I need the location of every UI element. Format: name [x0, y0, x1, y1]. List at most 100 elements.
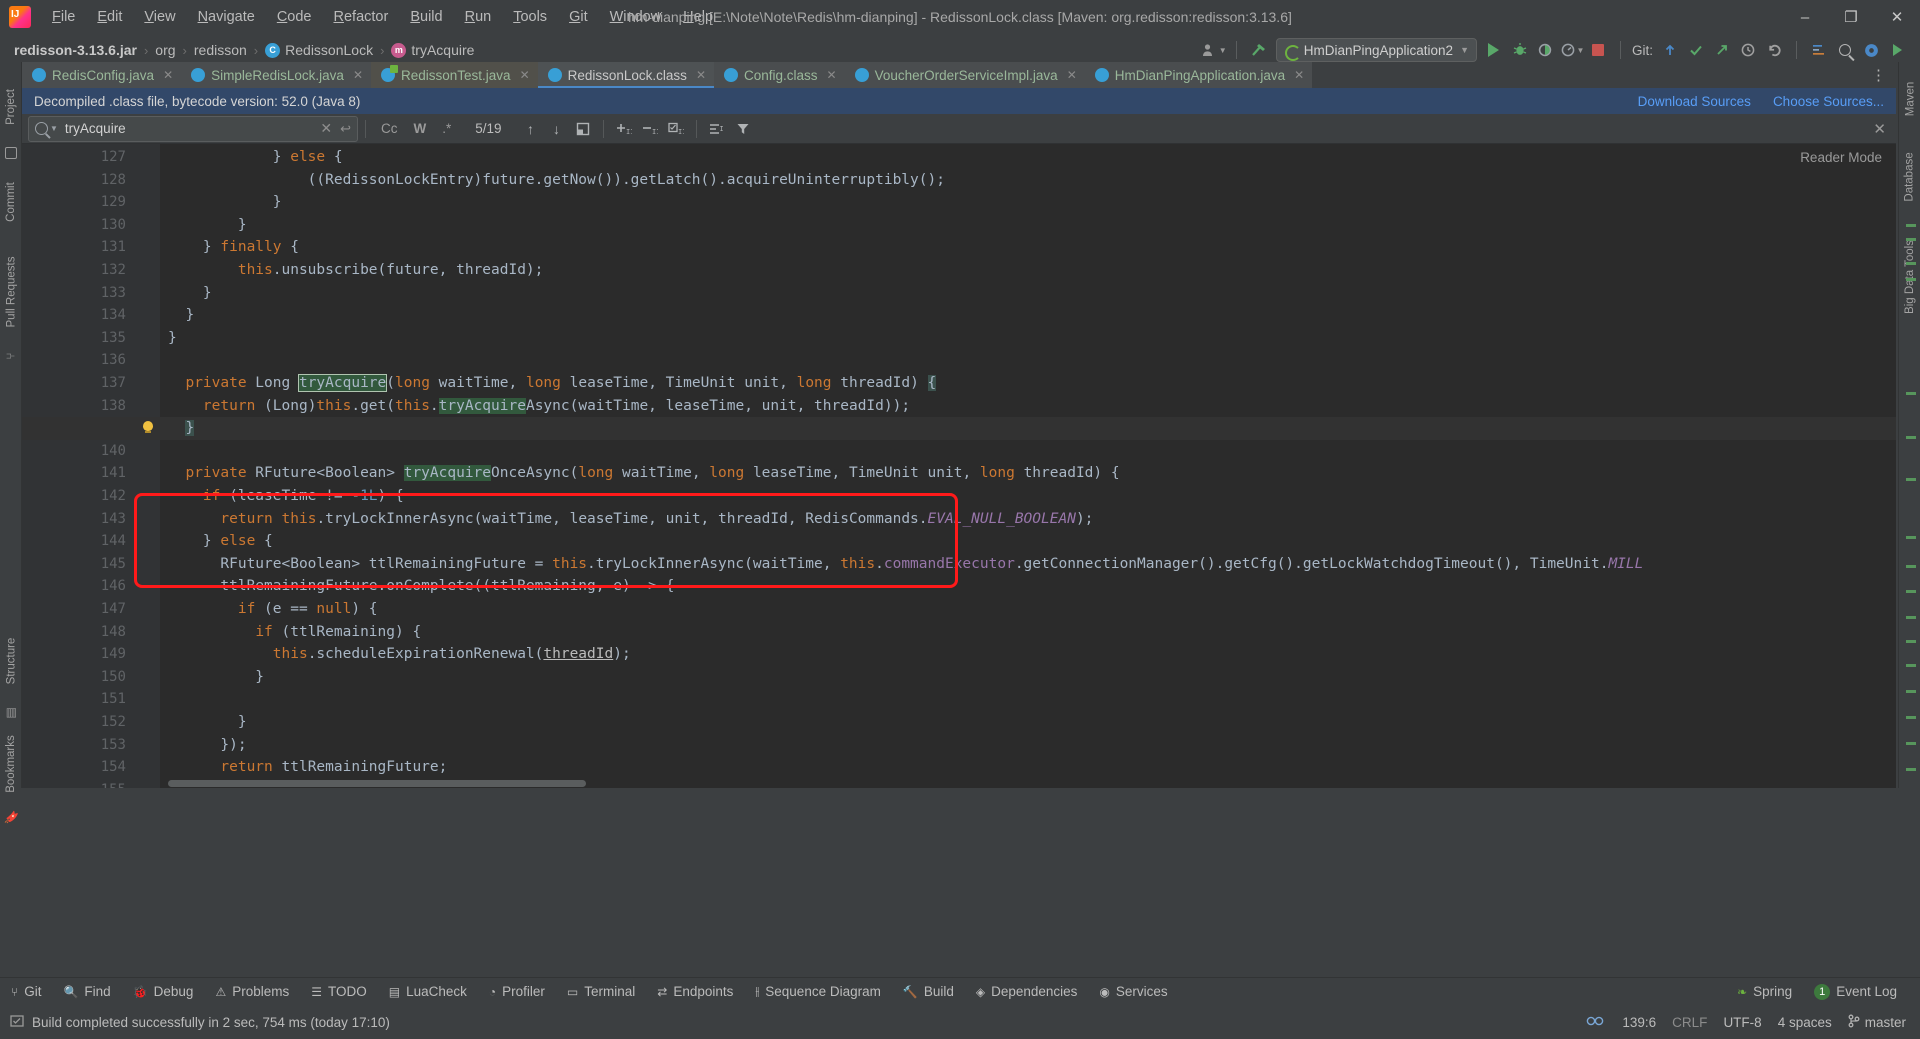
- menu-item-tools[interactable]: Tools: [502, 6, 558, 28]
- sidebar-item-pull-requests[interactable]: Pull Requests: [0, 242, 22, 342]
- undo-icon[interactable]: [1761, 38, 1787, 62]
- indent-setting[interactable]: 4 spaces: [1778, 1015, 1832, 1030]
- filter-icon[interactable]: [730, 117, 756, 141]
- sidebar-item-database[interactable]: Database: [1899, 138, 1920, 216]
- settings-icon[interactable]: [1858, 38, 1884, 62]
- sidebar-item-project[interactable]: Project: [0, 72, 22, 142]
- hammer-icon[interactable]: [1246, 38, 1272, 62]
- menu-item-code[interactable]: Code: [266, 6, 323, 28]
- find-previous-icon[interactable]: ↑: [518, 117, 544, 141]
- profiler-icon[interactable]: ▼: [1559, 38, 1585, 62]
- debug-icon[interactable]: [1507, 38, 1533, 62]
- tab-redissonlock-class[interactable]: RedissonLock.class ✕: [537, 62, 715, 88]
- tab-close-icon[interactable]: ✕: [353, 68, 363, 82]
- download-sources-link[interactable]: Download Sources: [1638, 94, 1751, 109]
- intention-bulb-icon[interactable]: [141, 421, 155, 435]
- tab-close-icon[interactable]: ✕: [520, 68, 530, 82]
- menu-item-edit[interactable]: Edit: [86, 6, 133, 28]
- run-with-coverage-icon[interactable]: [1533, 38, 1559, 62]
- commit-icon[interactable]: [1683, 38, 1709, 62]
- tool-window-build[interactable]: 🔨 Build: [892, 978, 965, 1006]
- chevron-down-icon[interactable]: ▼: [50, 124, 58, 133]
- select-occurrences-icon[interactable]: II: [663, 117, 689, 141]
- search-input[interactable]: ▼ tryAcquire ✕ ↩: [28, 115, 358, 142]
- tool-window-spring[interactable]: ❧ Spring: [1726, 978, 1803, 1006]
- tool-window-problems[interactable]: ⚠ Problems: [204, 978, 300, 1006]
- tool-window-endpoints[interactable]: ⇄ Endpoints: [646, 978, 744, 1006]
- tool-window-event-log[interactable]: 1 Event Log: [1803, 978, 1908, 1006]
- menu-item-git[interactable]: Git: [558, 6, 599, 28]
- tab-close-icon[interactable]: ✕: [1294, 68, 1304, 82]
- push-icon[interactable]: [1709, 38, 1735, 62]
- update-project-icon[interactable]: [1657, 38, 1683, 62]
- tool-window-debug[interactable]: 🐞 Debug: [122, 978, 205, 1006]
- clear-search-icon[interactable]: ✕: [320, 120, 332, 137]
- tool-window-profiler[interactable]: ◔ Profiler: [478, 978, 556, 1006]
- tool-window-sequence-diagram[interactable]: ⫲ Sequence Diagram: [744, 978, 891, 1006]
- caret-position[interactable]: 139:6: [1622, 1015, 1656, 1030]
- breadcrumb-item-tryacquire[interactable]: m tryAcquire: [391, 42, 474, 58]
- code-editor[interactable]: 1271281291301311321331341351361371381391…: [22, 144, 1896, 788]
- tab-close-icon[interactable]: ✕: [827, 68, 837, 82]
- sidebar-item-commit[interactable]: Commit: [0, 170, 22, 234]
- add-occurrence-icon[interactable]: II: [611, 117, 637, 141]
- sidebar-item-structure[interactable]: Structure: [0, 622, 22, 700]
- tab-voucherorderserviceimpl-java[interactable]: VoucherOrderServiceImpl.java ✕: [844, 62, 1085, 88]
- minimize-button[interactable]: –: [1782, 0, 1828, 34]
- code-content[interactable]: } else { ((RedissonLockEntry)future.getN…: [22, 144, 1896, 788]
- run-configuration-selector[interactable]: HmDianPingApplication2 ▼: [1275, 38, 1477, 62]
- match-case-toggle[interactable]: Cc: [375, 119, 404, 138]
- stop-icon[interactable]: [1585, 38, 1611, 62]
- tool-window-todo[interactable]: ☰ TODO: [300, 978, 378, 1006]
- maximize-button[interactable]: ❐: [1828, 0, 1874, 34]
- scrollbar-thumb[interactable]: [168, 780, 586, 787]
- tab-config-class[interactable]: Config.class ✕: [714, 62, 845, 88]
- find-next-icon[interactable]: ↓: [544, 117, 570, 141]
- tab-close-icon[interactable]: ✕: [696, 68, 706, 82]
- sidebar-item-maven[interactable]: Maven: [1899, 70, 1920, 128]
- regex-toggle[interactable]: .*: [436, 119, 457, 138]
- menu-item-run[interactable]: Run: [454, 6, 503, 28]
- tab-close-icon[interactable]: ✕: [1067, 68, 1077, 82]
- run-icon[interactable]: [1481, 38, 1507, 62]
- menu-item-file[interactable]: File: [41, 6, 86, 28]
- search-history-icon[interactable]: ↩: [340, 121, 351, 137]
- tab-redisconfig-java[interactable]: RedisConfig.java ✕: [22, 62, 182, 88]
- in-selection-icon[interactable]: I: [704, 117, 730, 141]
- menu-item-navigate[interactable]: Navigate: [187, 6, 266, 28]
- breadcrumb-item-redisson-3-13-6-jar[interactable]: redisson-3.13.6.jar: [14, 42, 137, 58]
- user-icon[interactable]: ▼: [1201, 38, 1227, 62]
- tab-hmdianpingapplication-java[interactable]: HmDianPingApplication.java ✕: [1084, 62, 1313, 88]
- close-button[interactable]: ✕: [1874, 0, 1920, 34]
- menu-item-refactor[interactable]: Refactor: [323, 6, 400, 28]
- tool-window-terminal[interactable]: ▭ Terminal: [556, 978, 646, 1006]
- search-everywhere-icon[interactable]: [1832, 38, 1858, 62]
- tab-redissontest-java[interactable]: RedissonTest.java ✕: [371, 62, 538, 88]
- close-find-icon[interactable]: ✕: [1873, 120, 1886, 138]
- choose-sources-link[interactable]: Choose Sources...: [1773, 94, 1884, 109]
- menu-item-window[interactable]: Window: [599, 6, 673, 28]
- more-options-icon[interactable]: ⋮: [1861, 62, 1896, 88]
- menu-item-build[interactable]: Build: [399, 6, 453, 28]
- breadcrumb-item-redisson[interactable]: redisson: [194, 42, 247, 58]
- menu-item-view[interactable]: View: [133, 6, 186, 28]
- line-separator[interactable]: CRLF: [1672, 1015, 1707, 1030]
- menu-item-help[interactable]: Help: [672, 6, 724, 28]
- tool-window-luacheck[interactable]: ▤ LuaCheck: [378, 978, 478, 1006]
- history-icon[interactable]: [1735, 38, 1761, 62]
- editor-fold-rail[interactable]: −−−−−−−−−−−−−: [140, 144, 274, 788]
- tool-window-dependencies[interactable]: ◈ Dependencies: [965, 978, 1089, 1006]
- horizontal-scrollbar[interactable]: [160, 779, 1896, 788]
- remove-occurrence-icon[interactable]: II: [637, 117, 663, 141]
- tool-window-services[interactable]: ◉ Services: [1088, 978, 1178, 1006]
- file-encoding[interactable]: UTF-8: [1723, 1015, 1761, 1030]
- breadcrumb-item-redissonlock[interactable]: C RedissonLock: [265, 42, 373, 58]
- words-toggle[interactable]: W: [408, 119, 433, 138]
- editor-gutter[interactable]: 1271281291301311321331341351361371381391…: [22, 144, 140, 788]
- tool-window-find[interactable]: 🔍 Find: [52, 978, 121, 1006]
- sidebar-item-bookmarks[interactable]: Bookmarks: [0, 722, 22, 806]
- reader-mode-label[interactable]: Reader Mode: [1800, 150, 1882, 165]
- play-icon[interactable]: [1884, 38, 1910, 62]
- tool-window-git[interactable]: ⑂ Git: [0, 978, 52, 1006]
- tab-simpleredislock-java[interactable]: SimpleRedisLock.java ✕: [181, 62, 371, 88]
